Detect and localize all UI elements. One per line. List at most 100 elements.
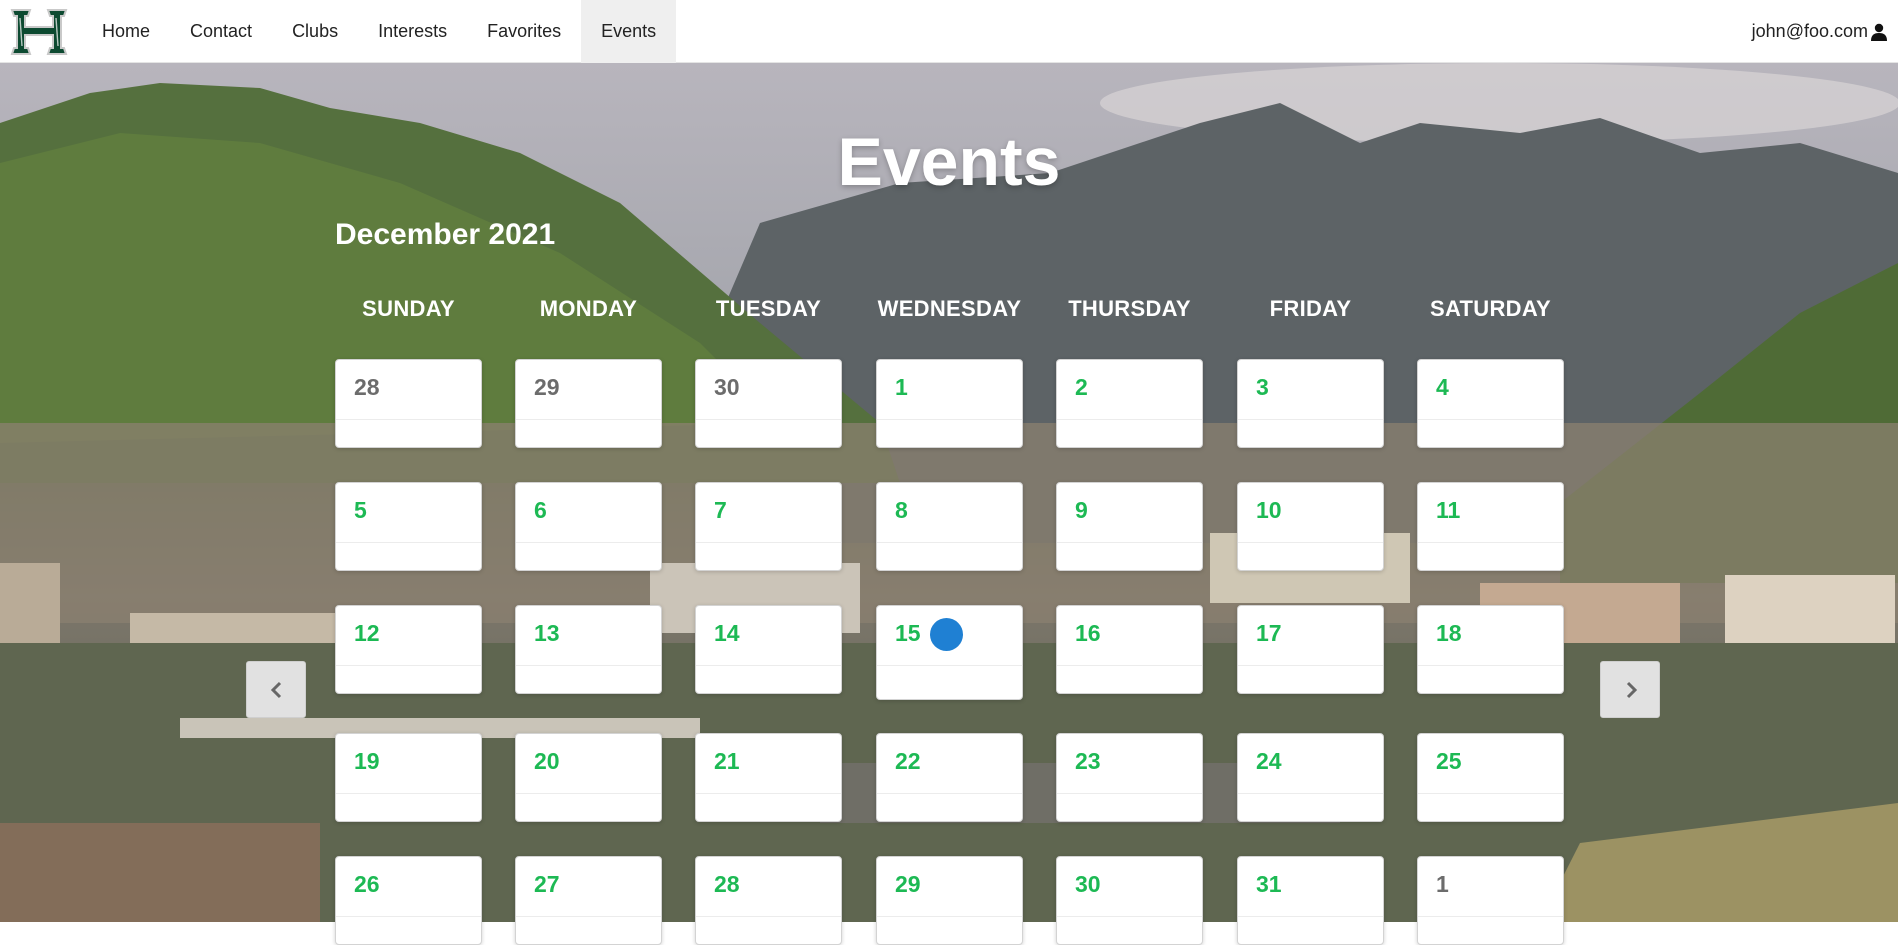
cell-divider <box>516 665 661 666</box>
calendar-day-cell[interactable]: 11 <box>1417 482 1564 571</box>
calendar-day-cell[interactable]: 16 <box>1056 605 1203 694</box>
day-number: 1 <box>895 374 908 400</box>
cell-divider <box>1238 419 1383 420</box>
day-number: 14 <box>714 620 740 646</box>
day-number: 18 <box>1436 620 1462 646</box>
prev-month-button[interactable] <box>246 661 306 718</box>
cell-divider <box>1418 916 1563 917</box>
calendar-day-cell[interactable]: 15 <box>876 605 1023 700</box>
day-number: 31 <box>1256 871 1282 897</box>
cell-divider <box>877 419 1022 420</box>
nav-item-clubs[interactable]: Clubs <box>272 0 358 63</box>
calendar-day-cell[interactable]: 10 <box>1237 482 1384 571</box>
day-number: 28 <box>354 374 380 400</box>
weekday-tuesday: TUESDAY <box>715 296 822 321</box>
cell-divider <box>1057 665 1202 666</box>
nav-item-interests[interactable]: Interests <box>358 0 467 63</box>
calendar-day-cell[interactable]: 30 <box>1056 856 1203 945</box>
day-number: 26 <box>354 871 380 897</box>
cell-divider <box>1418 542 1563 543</box>
calendar-day-cell[interactable]: 3 <box>1237 359 1384 448</box>
calendar-day-cell[interactable]: 6 <box>515 482 662 571</box>
calendar-day-cell[interactable]: 19 <box>335 733 482 822</box>
weekday-saturday: SATURDAY <box>1430 296 1551 321</box>
calendar-day-cell[interactable]: 21 <box>695 733 842 822</box>
user-email[interactable]: john@foo.com <box>1752 21 1868 42</box>
calendar-day-cell[interactable]: 30 <box>695 359 842 448</box>
calendar-day-cell[interactable]: 29 <box>515 359 662 448</box>
cell-divider <box>1057 542 1202 543</box>
calendar-day-cell[interactable]: 13 <box>515 605 662 694</box>
chevron-right-icon <box>1626 681 1638 699</box>
cell-divider <box>696 665 841 666</box>
calendar-day-cell[interactable]: 17 <box>1237 605 1384 694</box>
calendar-day-cell[interactable]: 1 <box>1417 856 1564 945</box>
nav-item-events[interactable]: Events <box>581 0 677 63</box>
user-menu[interactable]: john@foo.com <box>1752 0 1888 63</box>
calendar-day-cell[interactable]: 9 <box>1056 482 1203 571</box>
calendar-day-cell[interactable]: 20 <box>515 733 662 822</box>
calendar-day-cell[interactable]: 29 <box>876 856 1023 945</box>
day-number: 28 <box>714 871 740 897</box>
cell-divider <box>516 419 661 420</box>
day-number: 23 <box>1075 748 1101 774</box>
calendar-day-cell[interactable]: 8 <box>876 482 1023 571</box>
calendar-day-cell[interactable]: 28 <box>695 856 842 945</box>
day-number: 29 <box>895 871 921 897</box>
calendar-day-cell[interactable]: 4 <box>1417 359 1564 448</box>
calendar-day-cell[interactable]: 27 <box>515 856 662 945</box>
cell-divider <box>1057 419 1202 420</box>
user-icon[interactable] <box>1870 23 1888 41</box>
calendar-day-cell[interactable]: 26 <box>335 856 482 945</box>
calendar-day-cell[interactable]: 14 <box>695 605 842 694</box>
event-indicator-dot[interactable] <box>930 618 963 651</box>
cell-divider <box>696 419 841 420</box>
calendar-day-cell[interactable]: 31 <box>1237 856 1384 945</box>
day-number: 16 <box>1075 620 1101 646</box>
cell-divider <box>1418 793 1563 794</box>
cell-divider <box>336 665 481 666</box>
cell-divider <box>877 793 1022 794</box>
cell-divider <box>877 665 1022 666</box>
cell-divider <box>1238 916 1383 917</box>
calendar-day-cell[interactable]: 25 <box>1417 733 1564 822</box>
day-number: 2 <box>1075 374 1088 400</box>
cell-divider <box>336 542 481 543</box>
day-number: 27 <box>534 871 560 897</box>
day-number: 6 <box>534 497 547 523</box>
day-number: 5 <box>354 497 367 523</box>
nav-item-contact[interactable]: Contact <box>170 0 272 63</box>
cell-divider <box>696 793 841 794</box>
nav-item-favorites[interactable]: Favorites <box>467 0 581 63</box>
cell-divider <box>516 542 661 543</box>
cell-divider <box>696 916 841 917</box>
hawaii-h-logo-icon[interactable] <box>8 6 70 58</box>
cell-divider <box>1418 665 1563 666</box>
day-number: 19 <box>354 748 380 774</box>
calendar-day-cell[interactable]: 18 <box>1417 605 1564 694</box>
day-number: 20 <box>534 748 560 774</box>
cell-divider <box>1418 419 1563 420</box>
cell-divider <box>1238 542 1383 543</box>
next-month-button[interactable] <box>1600 661 1660 718</box>
calendar-day-cell[interactable]: 2 <box>1056 359 1203 448</box>
calendar-day-cell[interactable]: 12 <box>335 605 482 694</box>
nav-menu: Home Contact Clubs Interests Favorites Events <box>82 0 677 63</box>
calendar-day-cell[interactable]: 1 <box>876 359 1023 448</box>
day-number: 25 <box>1436 748 1462 774</box>
day-number: 29 <box>534 374 560 400</box>
cell-divider <box>877 542 1022 543</box>
cell-divider <box>336 419 481 420</box>
chevron-left-icon <box>270 681 282 699</box>
day-number: 11 <box>1436 497 1461 523</box>
cell-divider <box>1057 793 1202 794</box>
navbar: Home Contact Clubs Interests Favorites Events… <box>0 0 1898 63</box>
calendar-day-cell[interactable]: 5 <box>335 482 482 571</box>
nav-item-home[interactable]: Home <box>82 0 170 63</box>
calendar-day-cell[interactable]: 7 <box>695 482 842 571</box>
calendar-day-cell[interactable]: 22 <box>876 733 1023 822</box>
day-number: 8 <box>895 497 908 523</box>
calendar-day-cell[interactable]: 24 <box>1237 733 1384 822</box>
calendar-day-cell[interactable]: 23 <box>1056 733 1203 822</box>
calendar-day-cell[interactable]: 28 <box>335 359 482 448</box>
